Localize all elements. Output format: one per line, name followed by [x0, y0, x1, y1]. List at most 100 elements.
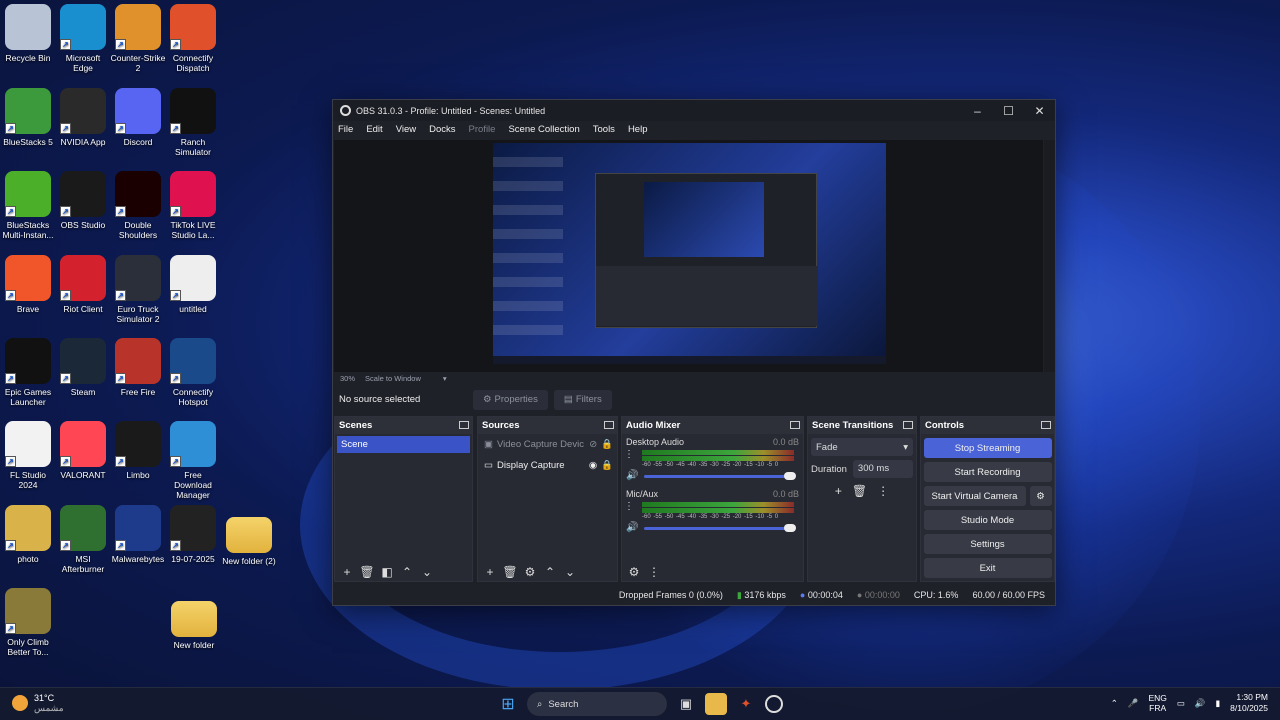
desktop-icon[interactable]: ↗ OBS Studio: [55, 171, 111, 230]
slider-handle[interactable]: [784, 472, 796, 480]
volume-icon[interactable]: 🔊: [1195, 698, 1206, 709]
desktop-icon[interactable]: ↗ Malwarebytes: [110, 505, 166, 564]
lock-icon[interactable]: 🔒: [601, 460, 613, 471]
duration-input[interactable]: 300 ms: [852, 460, 913, 478]
preview-canvas[interactable]: [334, 140, 1043, 372]
obs-window[interactable]: OBS 31.0.3 - Profile: Untitled - Scenes:…: [332, 99, 1056, 606]
file-explorer-icon[interactable]: [705, 693, 727, 715]
undock-icon[interactable]: [903, 421, 913, 429]
volume-slider[interactable]: [644, 524, 796, 532]
desktop-icon[interactable]: ↗ Steam: [55, 338, 111, 397]
gear-icon[interactable]: ⚙: [522, 565, 538, 579]
desktop-icon[interactable]: ↗ Connectify Dispatch: [165, 4, 221, 73]
weather-widget[interactable]: 31°C مشمس: [12, 693, 64, 713]
speaker-icon[interactable]: 🔊: [626, 470, 638, 481]
start-virtual-camera-button[interactable]: Start Virtual Camera: [923, 486, 1026, 506]
chevron-down-icon[interactable]: ▾: [443, 374, 447, 383]
scene-filter-icon[interactable]: ◧: [379, 565, 395, 579]
desktop-icon[interactable]: ↗ Free Download Manager: [165, 421, 221, 500]
app-icon[interactable]: ✦: [735, 693, 757, 715]
task-view-icon[interactable]: ▣: [675, 693, 697, 715]
trash-icon[interactable]: 🗑: [359, 565, 375, 579]
minimize-icon[interactable]: –: [962, 104, 993, 118]
gear-icon[interactable]: ⚙: [626, 565, 642, 579]
desktop-icon[interactable]: ↗ Free Fire: [110, 338, 166, 397]
source-row[interactable]: ▭ Display Capture ◉ 🔒: [478, 455, 617, 476]
desktop-icon[interactable]: ↗ Euro Truck Simulator 2: [110, 255, 166, 324]
menu-docks[interactable]: Docks: [429, 124, 455, 135]
add-icon[interactable]: +: [482, 565, 498, 579]
desktop-folder-new-folder-2[interactable]: New folder (2): [220, 511, 278, 566]
menu-file[interactable]: File: [338, 124, 353, 135]
undock-icon[interactable]: [790, 421, 800, 429]
desktop-folder-new-folder[interactable]: New folder: [166, 595, 222, 650]
search-box[interactable]: ⌕ Search: [527, 692, 667, 716]
desktop-icon[interactable]: ↗ Only Climb Better To...: [0, 588, 56, 657]
network-icon[interactable]: ▭: [1177, 698, 1185, 709]
language-indicator[interactable]: ENG FRA: [1148, 693, 1166, 713]
exit-button[interactable]: Exit: [923, 558, 1052, 578]
preview-scrollbar[interactable]: [1044, 140, 1055, 372]
desktop-icon[interactable]: ↗ BlueStacks Multi-Instan...: [0, 171, 56, 240]
desktop-icon[interactable]: ↗ Brave: [0, 255, 56, 314]
start-icon[interactable]: ⊞: [497, 693, 519, 715]
properties-button[interactable]: ⚙ Properties: [473, 389, 548, 410]
move-down-icon[interactable]: ⌄: [419, 565, 435, 579]
eye-hidden-icon[interactable]: ⊘: [589, 439, 597, 450]
more-icon[interactable]: ⋮: [624, 501, 634, 512]
menu-view[interactable]: View: [396, 124, 416, 135]
virtual-camera-settings-button[interactable]: ⚙: [1029, 486, 1052, 506]
desktop-icon[interactable]: ↗ VALORANT: [55, 421, 111, 480]
desktop-icon[interactable]: ↗ 19-07-2025: [165, 505, 221, 564]
slider-handle[interactable]: [784, 524, 796, 532]
more-icon[interactable]: ⋮: [624, 449, 634, 460]
desktop-icon[interactable]: ↗ Epic Games Launcher: [0, 338, 56, 407]
close-icon[interactable]: ✕: [1024, 104, 1055, 118]
menu-help[interactable]: Help: [628, 124, 648, 135]
filters-button[interactable]: ▤ Filters: [553, 389, 612, 410]
trash-icon[interactable]: 🗑: [502, 565, 518, 579]
source-row[interactable]: ▣ Video Capture Devic ⊘ 🔒: [478, 434, 617, 455]
desktop-icon[interactable]: ↗ Limbo: [110, 421, 166, 480]
transition-select[interactable]: Fade ▾: [811, 438, 913, 456]
obs-titlebar[interactable]: OBS 31.0.3 - Profile: Untitled - Scenes:…: [333, 100, 1055, 121]
desktop-icon[interactable]: ↗ BlueStacks 5: [0, 88, 56, 147]
studio-mode-button[interactable]: Studio Mode: [923, 510, 1052, 530]
add-icon[interactable]: +: [835, 484, 842, 498]
desktop-icon[interactable]: ↗ Ranch Simulator: [165, 88, 221, 157]
more-icon[interactable]: ⋮: [646, 565, 662, 579]
start-recording-button[interactable]: Start Recording: [923, 462, 1052, 482]
desktop-icon[interactable]: ↗ FL Studio 2024: [0, 421, 56, 490]
scene-item[interactable]: Scene: [337, 436, 470, 453]
desktop-icon[interactable]: Recycle Bin: [0, 4, 56, 63]
desktop-icon[interactable]: ↗ Microsoft Edge: [55, 4, 111, 73]
obs-taskbar-icon[interactable]: [765, 695, 783, 713]
stop-streaming-button[interactable]: Stop Streaming: [923, 438, 1052, 458]
desktop-icon[interactable]: ↗ Double Shoulders: [110, 171, 166, 240]
maximize-icon[interactable]: ☐: [993, 104, 1024, 118]
desktop-icon[interactable]: ↗ NVIDIA App: [55, 88, 111, 147]
desktop-icon[interactable]: ↗ Discord: [110, 88, 166, 147]
speaker-icon[interactable]: 🔊: [626, 522, 638, 533]
trash-icon[interactable]: 🗑: [852, 484, 867, 498]
desktop-icon[interactable]: ↗ Connectify Hotspot: [165, 338, 221, 407]
mic-icon[interactable]: 🎤: [1128, 698, 1139, 709]
chevron-up-icon[interactable]: ⌃: [1111, 698, 1118, 709]
menu-scene-collection[interactable]: Scene Collection: [508, 124, 579, 135]
battery-icon[interactable]: ▮: [1215, 698, 1220, 709]
undock-icon[interactable]: [1041, 421, 1051, 429]
undock-icon[interactable]: [604, 421, 614, 429]
desktop-icon[interactable]: ↗ photo: [0, 505, 56, 564]
menu-tools[interactable]: Tools: [593, 124, 615, 135]
volume-slider[interactable]: [644, 472, 796, 480]
add-icon[interactable]: +: [339, 565, 355, 579]
menu-profile[interactable]: Profile: [469, 124, 496, 135]
more-icon[interactable]: ⋮: [877, 484, 889, 498]
lock-icon[interactable]: 🔒: [601, 439, 613, 450]
desktop-icon[interactable]: ↗ untitled: [165, 255, 221, 314]
menu-edit[interactable]: Edit: [366, 124, 382, 135]
scale-select[interactable]: Scale to Window: [365, 374, 421, 383]
move-up-icon[interactable]: ⌃: [542, 565, 558, 579]
desktop-icon[interactable]: ↗ Riot Client: [55, 255, 111, 314]
desktop-icon[interactable]: ↗ TikTok LIVE Studio La...: [165, 171, 221, 240]
